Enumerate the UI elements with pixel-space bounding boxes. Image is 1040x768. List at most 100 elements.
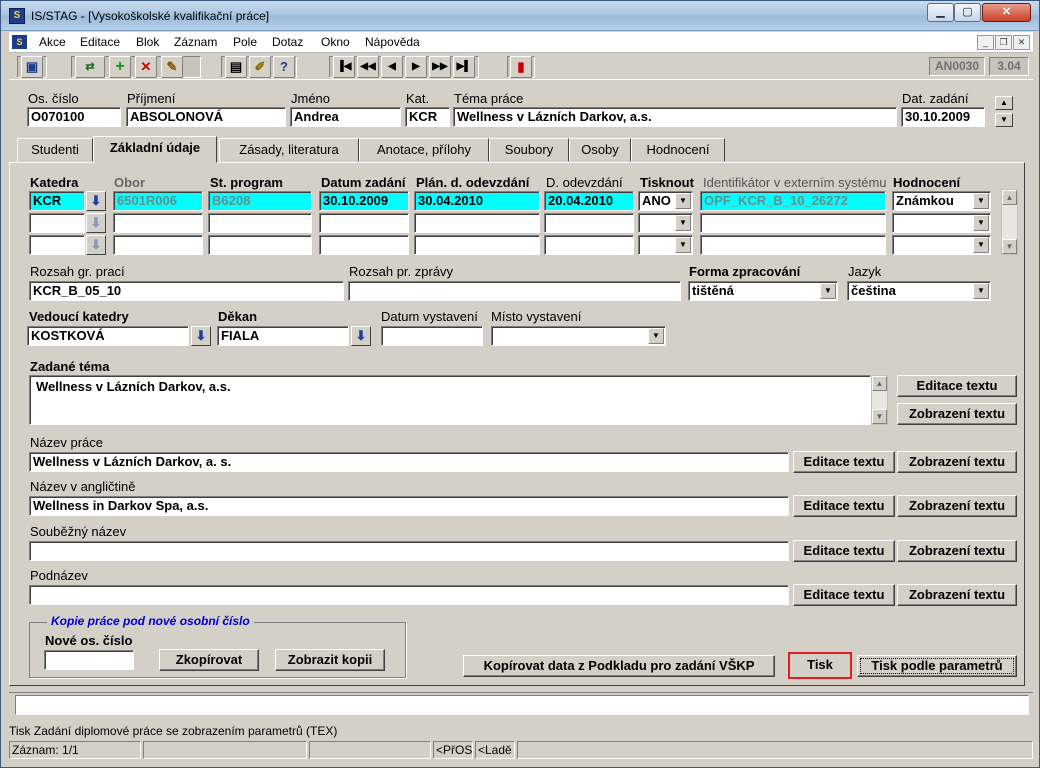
- mdi-minimize-icon[interactable]: _: [977, 35, 994, 50]
- datum-zadani-field-3[interactable]: [319, 235, 409, 255]
- katedra-field[interactable]: KCR: [29, 191, 85, 211]
- soubezny-field[interactable]: [29, 541, 789, 561]
- obor-field-3[interactable]: [113, 235, 203, 255]
- scroll-down-icon[interactable]: ▼: [1002, 239, 1017, 254]
- identifikator-field[interactable]: OPF_KCR_B_10_26272: [700, 191, 886, 211]
- query-icon[interactable]: ⇄: [75, 56, 105, 78]
- tab-soubory[interactable]: Soubory: [489, 138, 569, 162]
- program-field-2[interactable]: [208, 213, 312, 233]
- datum-zadani-field[interactable]: 30.10.2009: [319, 191, 409, 211]
- tab-anotace-prilohy[interactable]: Anotace, přílohy: [359, 138, 489, 162]
- datum-vystaveni-field[interactable]: [381, 326, 483, 346]
- tisknout-select-2[interactable]: ▼: [638, 213, 693, 233]
- zadane-tema-editace-button[interactable]: Editace textu: [897, 375, 1017, 397]
- rozsah-prac-field[interactable]: KCR_B_05_10: [29, 281, 344, 301]
- nazev-prace-field[interactable]: Wellness v Lázních Darkov, a. s.: [29, 452, 789, 472]
- nazev-en-field[interactable]: Wellness in Darkov Spa, a.s.: [29, 496, 789, 516]
- podnazev-zobrazeni-button[interactable]: Zobrazení textu: [897, 584, 1017, 606]
- mdi-restore-icon[interactable]: ❐: [995, 35, 1012, 50]
- program-field[interactable]: B6208: [208, 191, 312, 211]
- identifikator-field-3[interactable]: [700, 235, 886, 255]
- podnazev-field[interactable]: [29, 585, 789, 605]
- help-icon[interactable]: ?: [273, 56, 295, 78]
- mdi-icon[interactable]: S: [12, 35, 27, 49]
- tema-field[interactable]: Wellness v Lázních Darkov, a.s.: [453, 107, 897, 127]
- rozsah-zpravy-field[interactable]: [348, 281, 681, 301]
- pen-icon[interactable]: ✐: [249, 56, 271, 78]
- katedra-field-3[interactable]: [29, 235, 85, 255]
- prijmeni-field[interactable]: ABSOLONOVÁ: [126, 107, 286, 127]
- nazev-en-zobrazeni-button[interactable]: Zobrazení textu: [897, 495, 1017, 517]
- kopirovat-podklad-button[interactable]: Kopírovat data z Podkladu pro zadání VŠK…: [463, 655, 775, 677]
- edit-icon[interactable]: ✎: [161, 56, 183, 78]
- jazyk-select[interactable]: čeština ▼: [847, 281, 991, 301]
- soubezny-editace-button[interactable]: Editace textu: [793, 540, 895, 562]
- dekan-field[interactable]: FIALA: [217, 326, 349, 346]
- tisk-podle-parametru-button[interactable]: Tisk podle parametrů: [857, 655, 1017, 677]
- menu-editace[interactable]: Editace: [80, 35, 120, 49]
- katedra-lookup-icon[interactable]: ⬇: [86, 191, 106, 211]
- next-page-icon[interactable]: ▶▶: [429, 56, 451, 78]
- zadane-tema-scrollbar[interactable]: ▲ ▼: [871, 375, 888, 425]
- katedra-lookup-icon-3[interactable]: ⬇: [86, 235, 106, 255]
- nove-os-cislo-field[interactable]: [44, 650, 134, 670]
- mdi-close-icon[interactable]: ✕: [1013, 35, 1030, 50]
- zobrazit-kopii-button[interactable]: Zobrazit kopii: [275, 649, 385, 671]
- dat-zadani-field[interactable]: 30.10.2009: [901, 107, 985, 127]
- odevzdani-field[interactable]: 20.04.2010: [544, 191, 634, 211]
- odevzdani-field-3[interactable]: [544, 235, 634, 255]
- menu-zaznam[interactable]: Záznam: [174, 35, 217, 49]
- menu-pole[interactable]: Pole: [233, 35, 257, 49]
- plan-odevzdani-field[interactable]: 30.04.2010: [414, 191, 540, 211]
- vedouci-field[interactable]: KOSTKOVÁ: [27, 326, 189, 346]
- tab-hodnoceni[interactable]: Hodnocení: [631, 138, 725, 162]
- vedouci-lookup-icon[interactable]: ⬇: [191, 326, 211, 346]
- odevzdani-field-2[interactable]: [544, 213, 634, 233]
- obor-field[interactable]: 6501R006: [113, 191, 203, 211]
- katedra-lookup-icon-2[interactable]: ⬇: [86, 213, 106, 233]
- menu-napoveda[interactable]: Nápověda: [365, 35, 420, 49]
- first-record-icon[interactable]: ▐◀: [333, 56, 355, 78]
- soubezny-zobrazeni-button[interactable]: Zobrazení textu: [897, 540, 1017, 562]
- next-record-icon[interactable]: ▶: [405, 56, 427, 78]
- misto-vystaveni-select[interactable]: ▼: [491, 326, 666, 346]
- nazev-en-editace-button[interactable]: Editace textu: [793, 495, 895, 517]
- datum-zadani-field-2[interactable]: [319, 213, 409, 233]
- menu-blok[interactable]: Blok: [136, 35, 159, 49]
- katedra-field-2[interactable]: [29, 213, 85, 233]
- plan-odevzdani-field-3[interactable]: [414, 235, 540, 255]
- nazev-prace-zobrazeni-button[interactable]: Zobrazení textu: [897, 451, 1017, 473]
- tisknout-select[interactable]: ANO ▼: [638, 191, 693, 211]
- podnazev-editace-button[interactable]: Editace textu: [793, 584, 895, 606]
- os-cislo-field[interactable]: O070100: [27, 107, 121, 127]
- tab-zasady-literatura[interactable]: Zásady, literatura: [219, 138, 359, 162]
- tisknout-select-3[interactable]: ▼: [638, 235, 693, 255]
- menu-akce[interactable]: Akce: [39, 35, 66, 49]
- menu-okno[interactable]: Okno: [321, 35, 350, 49]
- tisk-button[interactable]: Tisk: [788, 652, 852, 679]
- scroll-down-icon[interactable]: ▼: [872, 409, 887, 424]
- tab-studenti[interactable]: Studenti: [17, 138, 93, 162]
- identifikator-field-2[interactable]: [700, 213, 886, 233]
- jmeno-field[interactable]: Andrea: [290, 107, 401, 127]
- hodnoceni-select-3[interactable]: ▼: [892, 235, 991, 255]
- maximize-button[interactable]: ▢: [954, 3, 981, 22]
- dekan-lookup-icon[interactable]: ⬇: [351, 326, 371, 346]
- kat-field[interactable]: KCR: [405, 107, 450, 127]
- nazev-prace-editace-button[interactable]: Editace textu: [793, 451, 895, 473]
- program-field-3[interactable]: [208, 235, 312, 255]
- clipboard-icon[interactable]: ▤: [225, 56, 247, 78]
- obor-field-2[interactable]: [113, 213, 203, 233]
- last-record-icon[interactable]: ▶▌: [453, 56, 475, 78]
- zadane-tema-textarea[interactable]: Wellness v Lázních Darkov, a.s.: [29, 375, 871, 425]
- record-up-icon[interactable]: ▲: [995, 96, 1013, 110]
- zadane-tema-zobrazeni-button[interactable]: Zobrazení textu: [897, 403, 1017, 425]
- delete-record-icon[interactable]: ✕: [135, 56, 157, 78]
- prev-record-icon[interactable]: ◀: [381, 56, 403, 78]
- hodnoceni-select[interactable]: Známkou ▼: [892, 191, 991, 211]
- zkopirovat-button[interactable]: Zkopírovat: [159, 649, 259, 671]
- title-bar[interactable]: S IS/STAG - [Vysokoškolské kvalifikační …: [1, 1, 1039, 31]
- add-record-icon[interactable]: +: [109, 56, 131, 78]
- scroll-up-icon[interactable]: ▲: [872, 376, 887, 391]
- hodnoceni-select-2[interactable]: ▼: [892, 213, 991, 233]
